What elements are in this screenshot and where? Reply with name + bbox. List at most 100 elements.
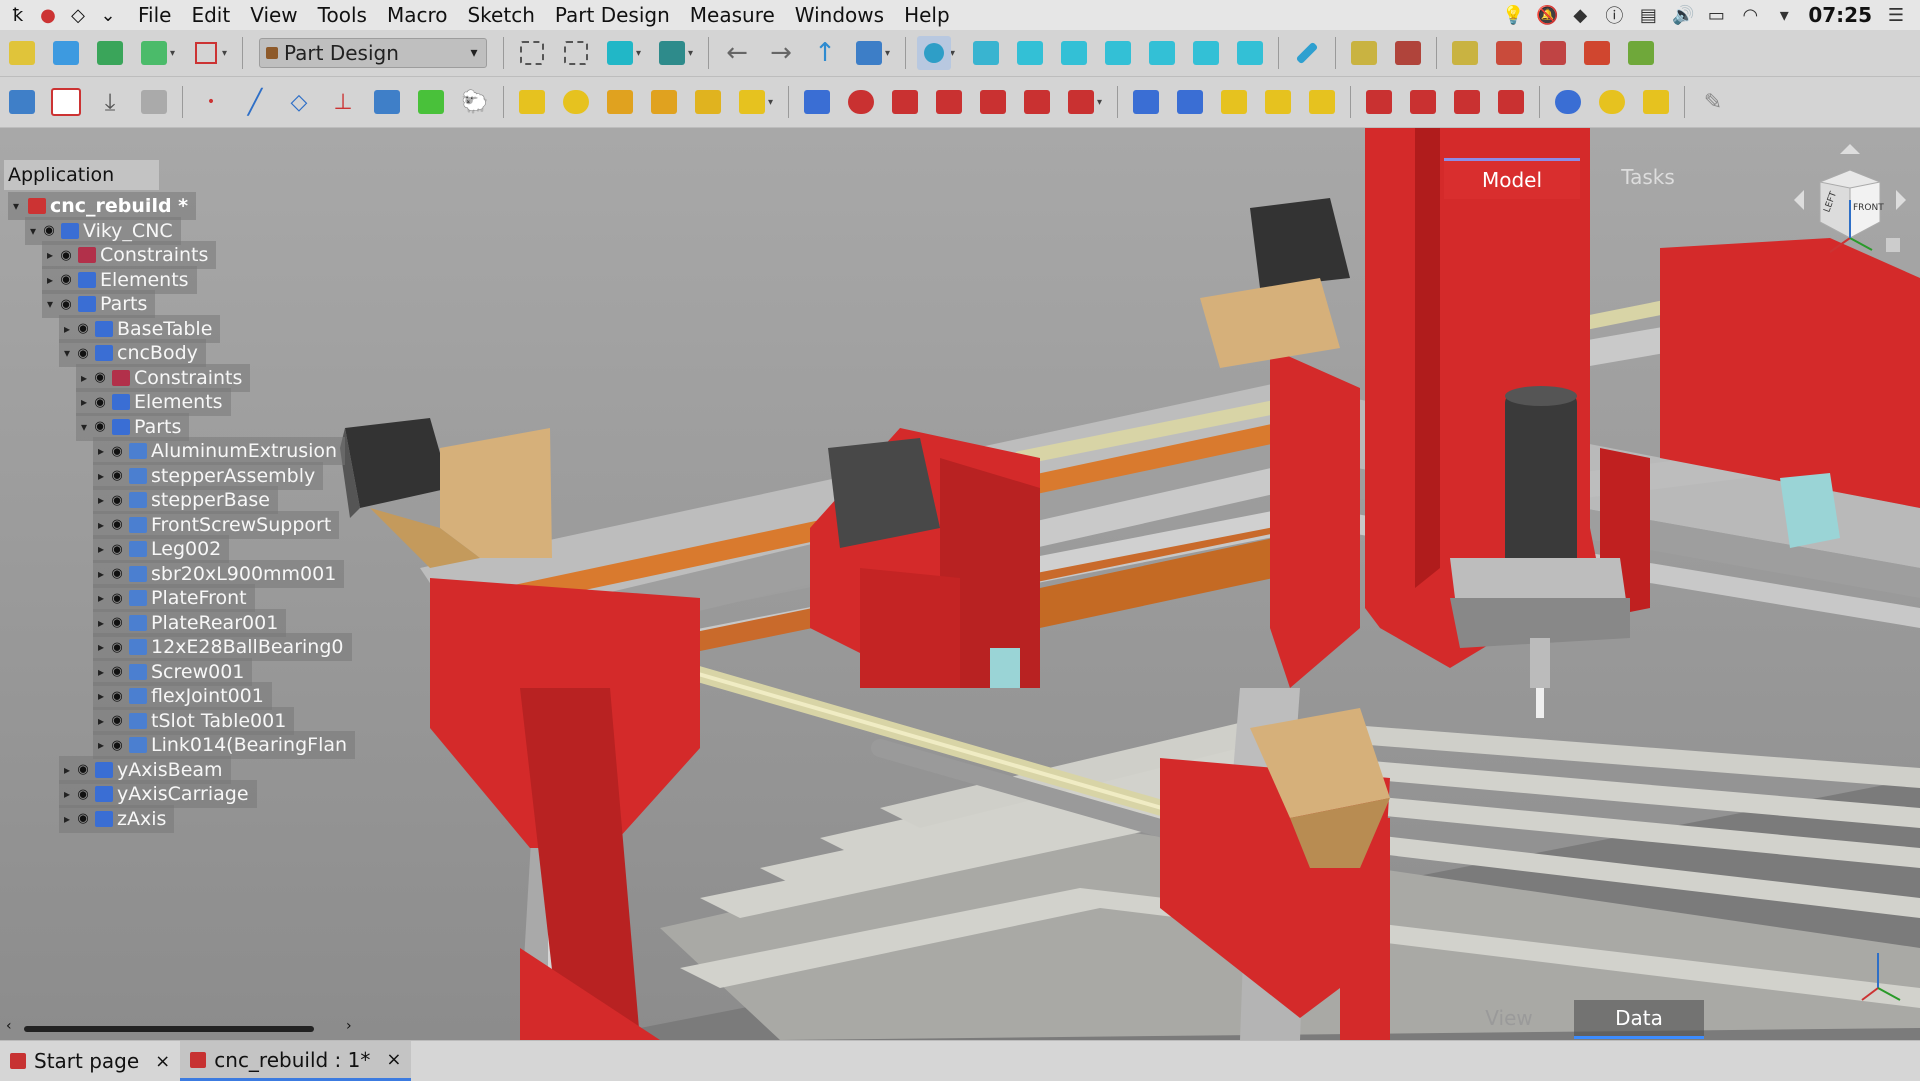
navcube-right-arrow-icon[interactable] [1896,190,1906,210]
additive-pipe-icon[interactable] [647,85,681,119]
navcube-front-face[interactable]: FRONT [1853,203,1884,213]
menu-part-design[interactable]: Part Design [545,3,680,27]
chevron-down-icon[interactable]: ▾ [170,48,180,59]
expand-right-arrow-icon[interactable]: ▸ [76,395,92,409]
bottom-view-icon[interactable] [1189,36,1223,70]
lightbulb-icon[interactable]: 💡 [1502,5,1524,26]
battery-icon[interactable]: ▭ [1706,5,1726,26]
wifi-icon[interactable]: ◠ [1740,5,1760,26]
sheep-icon[interactable]: 🐑 [458,85,492,119]
close-icon[interactable]: × [386,1049,401,1070]
create-sketch-icon[interactable] [49,85,83,119]
menu-measure[interactable]: Measure [680,3,785,27]
back-arrow-icon[interactable]: ← [720,36,754,70]
chevron-down-icon[interactable]: ▾ [768,97,778,108]
visibility-eye-icon[interactable]: ◉ [109,689,125,704]
expand-right-arrow-icon[interactable]: ▸ [93,469,109,483]
navigation-cube[interactable]: LEFT FRONT [1790,140,1910,260]
assembly-rotate-icon[interactable] [1536,36,1570,70]
visibility-eye-icon[interactable]: ◉ [92,370,108,385]
right-view-icon[interactable] [1101,36,1135,70]
expand-down-arrow-icon[interactable]: ▾ [8,199,24,213]
linear-pattern-icon[interactable] [1173,85,1207,119]
expand-right-arrow-icon[interactable]: ▸ [76,371,92,385]
visibility-eye-icon[interactable]: ◉ [109,493,125,508]
close-icon[interactable]: × [155,1051,170,1072]
visibility-eye-icon[interactable]: ◉ [109,542,125,557]
assembly-move-icon[interactable] [1492,36,1526,70]
menu-edit[interactable]: Edit [181,3,240,27]
scroll-right-icon[interactable]: › [346,1018,352,1034]
visibility-eye-icon[interactable]: ◉ [109,738,125,753]
tree-scroll-thumb[interactable] [24,1026,314,1032]
datum-line-icon[interactable]: ╱ [238,85,272,119]
expand-right-arrow-icon[interactable]: ▸ [59,787,75,801]
migrate-icon[interactable] [1639,85,1673,119]
toggle-clip-icon[interactable] [655,36,689,70]
expand-right-arrow-icon[interactable]: ▸ [93,665,109,679]
expand-right-arrow-icon[interactable]: ▸ [42,248,58,262]
subtractive-helix-icon[interactable] [1020,85,1054,119]
tray-expand-icon[interactable]: ▾ [1774,5,1794,26]
front-view-icon[interactable] [1013,36,1047,70]
chamfer-icon[interactable] [1406,85,1440,119]
menu-sketch[interactable]: Sketch [457,3,544,27]
scroll-left-icon[interactable]: ‹ [6,1018,12,1034]
tab-view[interactable]: View [1444,1000,1574,1036]
fit-all-icon[interactable] [917,36,951,70]
window-menu-chevron-icon[interactable]: ⌄ [96,3,120,27]
tab-data[interactable]: Data [1574,1000,1704,1039]
visibility-eye-icon[interactable]: ◉ [109,517,125,532]
tab-start-page[interactable]: Start page × [0,1041,180,1081]
import-icon[interactable]: ⤓ [93,85,127,119]
save-as-button[interactable] [137,36,171,70]
menu-windows[interactable]: Windows [785,3,894,27]
visibility-eye-icon[interactable]: ◉ [41,223,57,238]
menu-macro[interactable]: Macro [377,3,458,27]
visibility-eye-icon[interactable]: ◉ [75,321,91,336]
top-view-icon[interactable] [1057,36,1091,70]
new-document-button[interactable] [5,36,39,70]
draft-icon[interactable] [1450,85,1484,119]
expand-right-arrow-icon[interactable]: ▸ [93,567,109,581]
isometric-view-icon[interactable] [969,36,1003,70]
multitransform-icon[interactable] [1261,85,1295,119]
assembly-bom-icon[interactable] [1624,36,1658,70]
desktop-grid-icon[interactable]: ☰ [1886,5,1906,26]
visibility-eye-icon[interactable]: ◉ [75,346,91,361]
tab-cnc-rebuild[interactable]: cnc_rebuild : 1* × [180,1041,412,1081]
chevron-down-icon[interactable]: ▾ [688,48,698,59]
info-icon[interactable]: ⓘ [1604,2,1624,28]
window-pin-icon[interactable]: ◇ [66,3,90,27]
expand-right-arrow-icon[interactable]: ▸ [59,812,75,826]
forward-arrow-icon[interactable]: → [764,36,798,70]
thickness-icon[interactable] [1494,85,1528,119]
expand-right-arrow-icon[interactable]: ▸ [59,763,75,777]
scaled-icon[interactable] [1305,85,1339,119]
hole-icon[interactable] [844,85,878,119]
box-select-icon[interactable] [515,36,549,70]
visibility-eye-icon[interactable]: ◉ [109,713,125,728]
menu-file[interactable]: File [128,3,181,27]
draw-style-icon[interactable] [603,36,637,70]
expand-right-arrow-icon[interactable]: ▸ [93,591,109,605]
assembly-insert-icon[interactable] [1347,36,1381,70]
visibility-eye-icon[interactable]: ◉ [75,811,91,826]
visibility-eye-icon[interactable]: ◉ [109,664,125,679]
sprocket-icon[interactable]: ✎ [1696,85,1730,119]
menu-view[interactable]: View [240,3,307,27]
expand-right-arrow-icon[interactable]: ▸ [93,640,109,654]
box-zoom-icon[interactable] [559,36,593,70]
navcube-graphic[interactable]: LEFT FRONT [1790,140,1910,260]
workbench-nav-icon[interactable] [852,36,886,70]
expand-down-arrow-icon[interactable]: ▾ [42,297,58,311]
visibility-eye-icon[interactable]: ◉ [58,248,74,263]
refresh-up-arrow-icon[interactable]: ↑ [808,36,842,70]
expand-right-arrow-icon[interactable]: ▸ [93,689,109,703]
local-coordinate-icon[interactable]: ⊥ [326,85,360,119]
subtractive-primitive-icon[interactable] [1064,85,1098,119]
axes-icon[interactable] [189,36,223,70]
expand-right-arrow-icon[interactable]: ▸ [42,273,58,287]
assembly-constraint-icon[interactable] [1391,36,1425,70]
expand-right-arrow-icon[interactable]: ▸ [93,714,109,728]
